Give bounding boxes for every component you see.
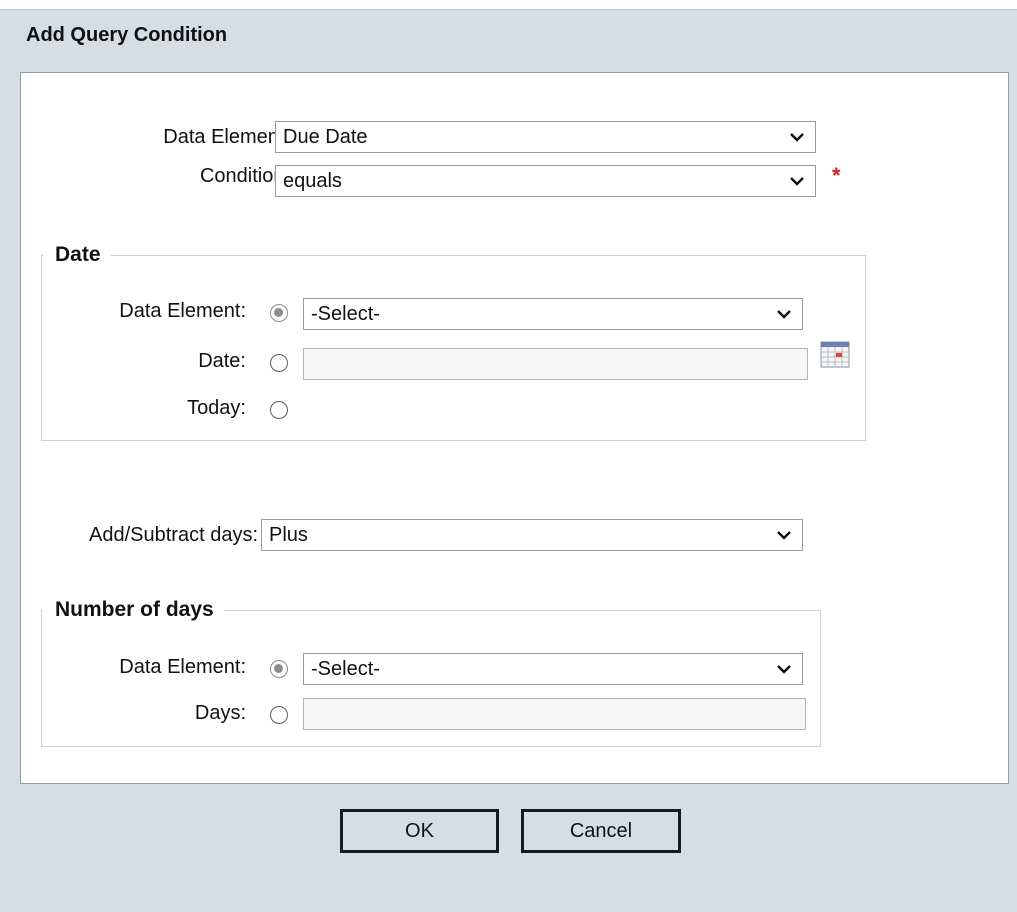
- date-label: Date:: [198, 350, 246, 372]
- days-label: Days:: [194, 702, 246, 724]
- date-input[interactable]: [303, 348, 808, 380]
- days-data-element-select[interactable]: -Select-: [303, 653, 803, 685]
- chevron-down-icon: [790, 133, 804, 142]
- add-subtract-select[interactable]: Plus: [261, 519, 803, 551]
- cancel-button[interactable]: Cancel: [521, 809, 681, 853]
- chevron-down-icon: [777, 531, 791, 540]
- dialog-title: Add Query Condition: [26, 24, 228, 46]
- add-subtract-value: Plus: [269, 524, 308, 546]
- days-data-element-value: -Select-: [311, 658, 380, 680]
- chevron-down-icon: [777, 310, 791, 319]
- date-radio[interactable]: [270, 354, 288, 372]
- chevron-down-icon: [777, 665, 791, 674]
- days-input[interactable]: [303, 698, 806, 730]
- days-data-element-label: Data Element:: [119, 656, 246, 678]
- ok-button[interactable]: OK: [340, 809, 499, 853]
- days-data-element-radio[interactable]: [270, 660, 288, 678]
- condition-value: equals: [283, 170, 342, 192]
- form-panel: Data Element: Due Date Condition: equals…: [20, 72, 1009, 784]
- data-element-select[interactable]: Due Date: [275, 121, 816, 153]
- today-radio[interactable]: [270, 401, 288, 419]
- date-legend: Date: [43, 243, 111, 267]
- date-data-element-radio[interactable]: [270, 304, 288, 322]
- days-radio[interactable]: [270, 706, 288, 724]
- add-subtract-label: Add/Subtract days:: [89, 524, 258, 546]
- number-of-days-legend: Number of days: [43, 598, 224, 622]
- condition-select[interactable]: equals: [275, 165, 816, 197]
- date-data-element-select[interactable]: -Select-: [303, 298, 803, 330]
- date-data-element-value: -Select-: [311, 303, 380, 325]
- data-element-value: Due Date: [283, 126, 368, 148]
- calendar-icon[interactable]: [820, 340, 850, 368]
- chevron-down-icon: [790, 177, 804, 186]
- top-border: [0, 0, 1017, 10]
- data-element-label: Data Element:: [163, 126, 290, 148]
- required-marker: *: [832, 163, 841, 188]
- date-data-element-label: Data Element:: [119, 300, 246, 322]
- today-label: Today:: [187, 397, 246, 419]
